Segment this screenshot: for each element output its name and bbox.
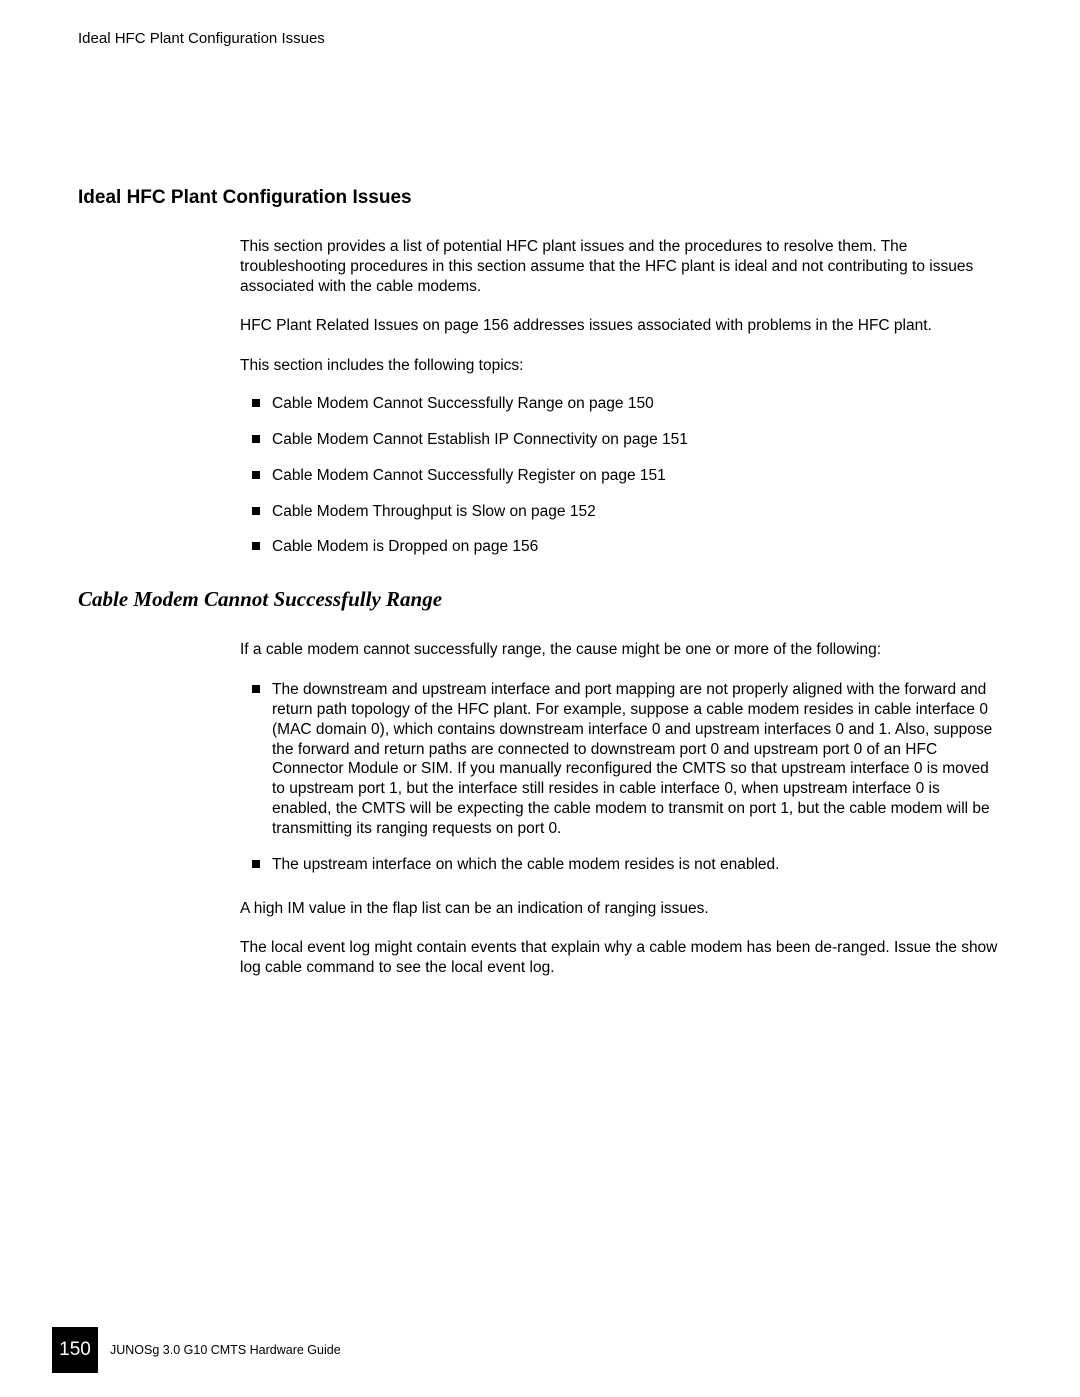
list-item: Cable Modem Cannot Successfully Range on…: [240, 394, 1002, 414]
footer-book-title: JUNOSg 3.0 G10 CMTS Hardware Guide: [110, 1343, 341, 1357]
list-item: Cable Modem Throughput is Slow on page 1…: [240, 502, 1002, 522]
subsection-heading: Cable Modem Cannot Successfully Range: [78, 587, 1002, 612]
list-item: The downstream and upstream interface an…: [240, 680, 1002, 839]
list-item: Cable Modem is Dropped on page 156: [240, 537, 1002, 557]
topics-lead: This section includes the following topi…: [240, 356, 1002, 376]
subsection-para-1: A high IM value in the flap list can be …: [240, 899, 1002, 919]
intro-paragraph-2: HFC Plant Related Issues on page 156 add…: [240, 316, 1002, 336]
section-heading: Ideal HFC Plant Configuration Issues: [78, 187, 1002, 209]
running-header: Ideal HFC Plant Configuration Issues: [78, 30, 1002, 47]
section-body: This section provides a list of potentia…: [240, 237, 1002, 557]
subsection-lead: If a cable modem cannot successfully ran…: [240, 640, 1002, 660]
topics-list: Cable Modem Cannot Successfully Range on…: [240, 394, 1002, 557]
list-item: Cable Modem Cannot Establish IP Connecti…: [240, 430, 1002, 450]
subsection-para-2: The local event log might contain events…: [240, 938, 1002, 978]
page-footer: 150 JUNOSg 3.0 G10 CMTS Hardware Guide: [0, 1327, 1080, 1373]
page-number-badge: 150: [52, 1327, 98, 1373]
subsection-body: If a cable modem cannot successfully ran…: [240, 640, 1002, 978]
intro-paragraph-1: This section provides a list of potentia…: [240, 237, 1002, 296]
list-item: Cable Modem Cannot Successfully Register…: [240, 466, 1002, 486]
list-item: The upstream interface on which the cabl…: [240, 855, 1002, 875]
causes-list: The downstream and upstream interface an…: [240, 680, 1002, 874]
page: Ideal HFC Plant Configuration Issues Ide…: [0, 0, 1080, 1397]
